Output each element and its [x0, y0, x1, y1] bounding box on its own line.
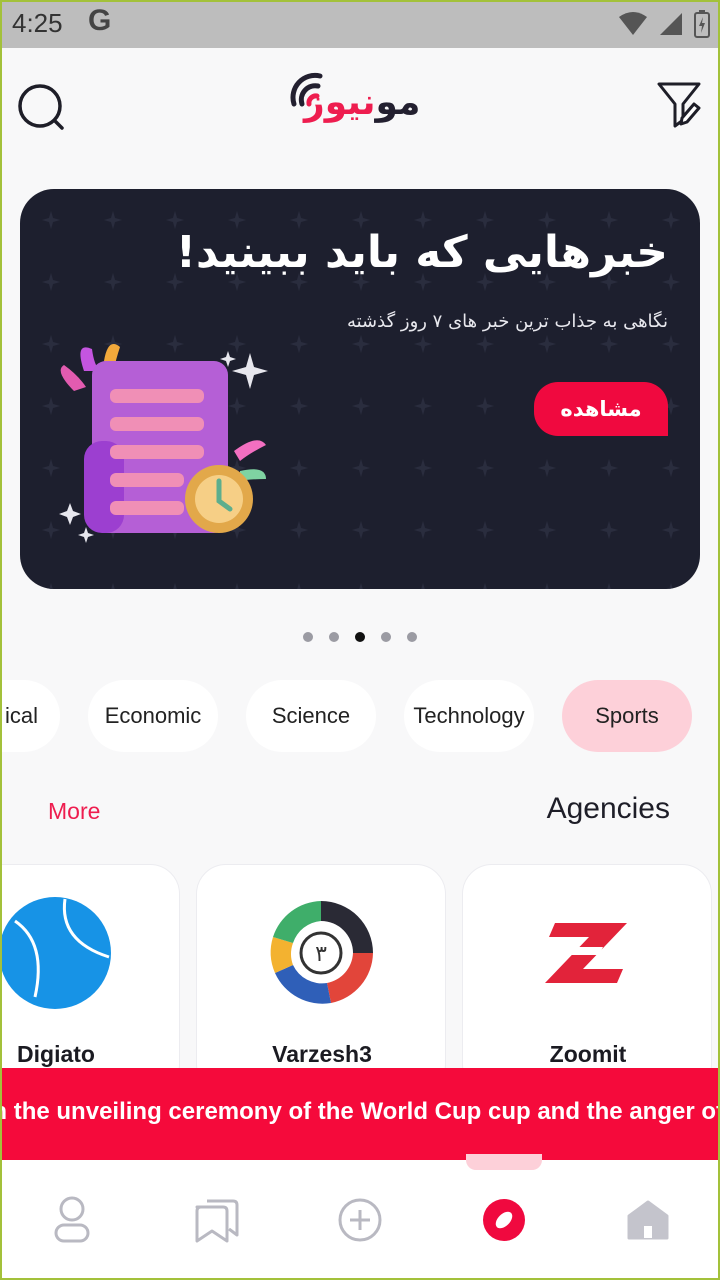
logo-text-red: نیوز: [304, 82, 376, 123]
carousel-dot[interactable]: [355, 632, 365, 642]
agency-card-digiato[interactable]: Digiato: [0, 864, 180, 1084]
agencies-title: Agencies: [546, 792, 670, 825]
status-icons: [618, 10, 710, 38]
wifi-icon: [619, 12, 647, 35]
carousel-dot[interactable]: [303, 632, 313, 642]
logo-text-dark: مو: [375, 82, 421, 123]
banner-subtitle: نگاهی به جذاب ترین خبر های ۷ روز گذشته: [346, 311, 668, 332]
battery-icon: [694, 10, 710, 38]
bottom-nav: [0, 1154, 720, 1280]
ticker-text: er in the unveiling ceremony of the Worl…: [0, 1098, 720, 1125]
nav-profile[interactable]: [42, 1190, 102, 1250]
chip-sports[interactable]: Sports: [562, 680, 692, 752]
agencies-list: Digiato ٣ Varzesh3 Zoomit: [0, 864, 720, 1084]
filter-button[interactable]: [656, 80, 702, 130]
more-link[interactable]: More: [48, 798, 100, 825]
agency-card-zoomit[interactable]: Zoomit: [462, 864, 712, 1084]
agency-name: Varzesh3: [272, 1041, 372, 1067]
varzesh3-logo: ٣: [270, 901, 373, 1004]
add-icon: [338, 1198, 382, 1242]
banner-title: خبرهایی که باید ببینید!: [175, 227, 668, 278]
agency-card-varzesh3[interactable]: ٣ Varzesh3: [196, 864, 446, 1084]
filter-edit-icon: [657, 82, 701, 128]
view-button[interactable]: مشاهده: [534, 382, 668, 436]
news-ticker[interactable]: er in the unveiling ceremony of the Worl…: [0, 1068, 720, 1160]
carousel-indicator: [0, 632, 720, 642]
app-logo: مونیوز: [290, 70, 430, 136]
category-chips: ical Economic Science Technology Sports: [0, 680, 720, 752]
status-time: 4:25: [12, 8, 63, 38]
nav-bookmarks[interactable]: [186, 1190, 246, 1250]
svg-text:٣: ٣: [315, 942, 327, 967]
chip-science[interactable]: Science: [246, 680, 376, 752]
logo-text: مونیوز: [304, 82, 420, 123]
digiato-logo: [0, 897, 111, 1009]
agency-name: Digiato: [17, 1041, 95, 1067]
chip-political[interactable]: ical: [0, 680, 60, 752]
home-icon: [627, 1200, 669, 1240]
google-icon: G: [88, 4, 112, 37]
bookmarks-icon: [195, 1199, 239, 1243]
search-button[interactable]: [16, 82, 68, 134]
signal-icon: [660, 13, 682, 35]
newspaper-clock-illustration: [59, 344, 268, 543]
chip-technology[interactable]: Technology: [404, 680, 534, 752]
carousel-dot[interactable]: [407, 632, 417, 642]
chip-economic[interactable]: Economic: [88, 680, 218, 752]
app-header: مونیوز: [0, 48, 720, 158]
nav-add[interactable]: [330, 1190, 390, 1250]
zoomit-logo: [545, 923, 627, 983]
status-bar: 4:25 G: [0, 0, 720, 48]
nav-live[interactable]: [474, 1190, 534, 1250]
active-tab-indicator: [466, 1154, 542, 1170]
search-icon: [18, 84, 64, 130]
agency-name: Zoomit: [549, 1041, 627, 1067]
carousel-dot[interactable]: [329, 632, 339, 642]
carousel-dot[interactable]: [381, 632, 391, 642]
profile-icon: [54, 1196, 90, 1243]
nav-home[interactable]: [618, 1190, 678, 1250]
featured-banner[interactable]: خبرهایی که باید ببینید! نگاهی به جذاب تر…: [20, 189, 700, 589]
live-icon: [483, 1199, 525, 1241]
